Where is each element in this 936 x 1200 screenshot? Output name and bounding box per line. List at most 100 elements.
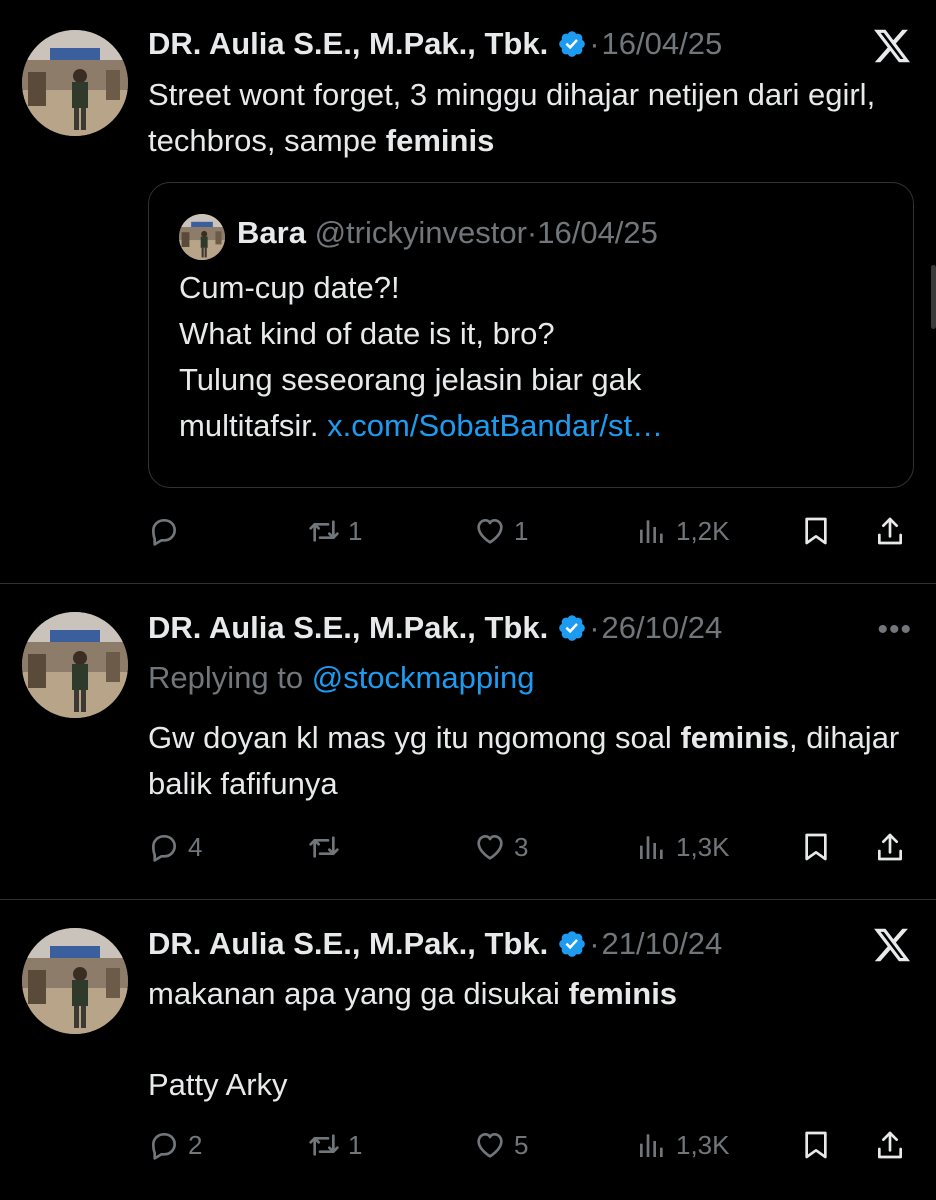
quote-link[interactable]: x.com/SobatBandar/st…: [327, 408, 663, 443]
replying-handle[interactable]: @stockmapping: [312, 660, 535, 695]
quote-separator: ·: [526, 215, 538, 250]
tweet-3[interactable]: DR. Aulia S.E., M.Pak., Tbk. · 21/10/24 …: [0, 899, 936, 1200]
share-icon: [874, 1129, 906, 1161]
repost-count: 1: [348, 1129, 363, 1160]
author-name[interactable]: DR. Aulia S.E., M.Pak., Tbk.: [148, 610, 548, 646]
reply-count: 4: [188, 831, 203, 862]
quote-line: Cum-cup date?!: [179, 270, 400, 305]
view-count: 1,3K: [676, 1129, 730, 1160]
repost-count: 1: [348, 515, 363, 546]
author-name[interactable]: DR. Aulia S.E., M.Pak., Tbk.: [148, 926, 548, 962]
tweet-text: Street wont forget, 3 minggu dihajar net…: [148, 72, 916, 164]
replying-to: Replying to @stockmapping: [148, 655, 916, 701]
quote-author-name[interactable]: Bara: [237, 215, 306, 250]
tweet-header: DR. Aulia S.E., M.Pak., Tbk. · 21/10/24: [148, 922, 916, 966]
tweet-date[interactable]: 21/10/24: [602, 926, 723, 962]
like-button[interactable]: 3: [474, 827, 528, 867]
verified-badge-icon: [557, 613, 587, 643]
tweet-text-bold: feminis: [680, 720, 789, 755]
like-count: 3: [514, 831, 529, 862]
tweet-1[interactable]: DR. Aulia S.E., M.Pak., Tbk. · 16/04/25 …: [0, 0, 936, 583]
replying-prefix: Replying to: [148, 660, 312, 695]
bookmark-button[interactable]: [800, 511, 832, 551]
avatar[interactable]: [22, 928, 128, 1034]
reply-icon: [148, 831, 180, 863]
reply-icon: [148, 1129, 180, 1161]
x-logo-icon: [872, 925, 912, 965]
quoted-tweet[interactable]: Bara @trickyinvestor·16/04/25 Cum-cup da…: [148, 182, 914, 488]
tweet-text: makanan apa yang ga disukai feminis: [148, 971, 916, 1017]
meta-separator: ·: [589, 926, 600, 961]
repost-icon: [308, 515, 340, 547]
action-bar: 2 1 5 1,3K: [148, 1125, 914, 1165]
share-button[interactable]: [874, 511, 906, 551]
reply-icon: [148, 515, 180, 547]
action-bar: 1 1 1,2K: [148, 511, 914, 551]
like-count: 1: [514, 515, 529, 546]
tweet-header: DR. Aulia S.E., M.Pak., Tbk. · 26/10/24: [148, 606, 916, 650]
repost-button[interactable]: [308, 827, 348, 867]
tweet-text-bold: feminis: [568, 976, 678, 1011]
bookmark-icon: [800, 831, 832, 863]
repost-icon: [308, 831, 340, 863]
quote-date[interactable]: 16/04/25: [537, 215, 658, 250]
reply-count: 2: [188, 1129, 203, 1160]
repost-icon: [308, 1129, 340, 1161]
x-logo-icon: [872, 26, 912, 66]
quote-line: multitafsir. x.com/SobatBandar/st…: [179, 403, 893, 449]
views-icon: [636, 831, 668, 863]
like-button[interactable]: 1: [474, 511, 528, 551]
views-button[interactable]: 1,3K: [636, 827, 730, 867]
tweet-2[interactable]: DR. Aulia S.E., M.Pak., Tbk. · 26/10/24 …: [0, 583, 936, 899]
heart-icon: [474, 515, 506, 547]
like-button[interactable]: 5: [474, 1125, 528, 1165]
views-button[interactable]: 1,3K: [636, 1125, 730, 1165]
tweet-text-second: Patty Arky: [148, 1067, 288, 1102]
bookmark-icon: [800, 1129, 832, 1161]
share-button[interactable]: [874, 827, 906, 867]
quote-line-text: multitafsir.: [179, 408, 328, 443]
avatar[interactable]: [22, 612, 128, 718]
meta-separator: ·: [589, 26, 600, 61]
reply-button[interactable]: 4: [148, 827, 202, 867]
like-count: 5: [514, 1129, 529, 1160]
heart-icon: [474, 1129, 506, 1161]
quote-line: What kind of date is it, bro?: [179, 316, 555, 351]
author-name[interactable]: DR. Aulia S.E., M.Pak., Tbk.: [148, 26, 548, 62]
quote-handle[interactable]: @trickyinvestor: [315, 215, 527, 250]
reply-button[interactable]: 2: [148, 1125, 202, 1165]
action-bar: 4 3 1,3K: [148, 827, 914, 867]
tweet-date[interactable]: 16/04/25: [602, 26, 723, 62]
repost-button[interactable]: 1: [308, 511, 362, 551]
tweet-text-main: Street wont forget, 3 minggu dihajar net…: [148, 77, 876, 158]
scrollbar[interactable]: [931, 265, 936, 329]
tweet-text-main: Gw doyan kl mas yg itu ngomong soal: [148, 720, 681, 755]
heart-icon: [474, 831, 506, 863]
bookmark-icon: [800, 515, 832, 547]
views-icon: [636, 1129, 668, 1161]
quote-header: Bara @trickyinvestor·16/04/25: [237, 215, 658, 251]
tweet-date[interactable]: 26/10/24: [602, 610, 723, 646]
avatar[interactable]: [22, 30, 128, 136]
view-count: 1,2K: [676, 515, 730, 546]
verified-badge-icon: [557, 929, 587, 959]
reply-button[interactable]: [148, 511, 188, 551]
tweet-text-bold: feminis: [385, 123, 495, 158]
quote-avatar[interactable]: [179, 214, 225, 260]
share-icon: [874, 831, 906, 863]
bookmark-button[interactable]: [800, 827, 832, 867]
views-icon: [636, 515, 668, 547]
verified-badge-icon: [557, 29, 587, 59]
quote-line: Tulung seseorang jelasin biar gak: [179, 362, 642, 397]
view-count: 1,3K: [676, 831, 730, 862]
share-button[interactable]: [874, 1125, 906, 1165]
tweet-text: Gw doyan kl mas yg itu ngomong soal femi…: [148, 715, 916, 807]
share-icon: [874, 515, 906, 547]
tweet-header: DR. Aulia S.E., M.Pak., Tbk. · 16/04/25: [148, 22, 916, 66]
repost-button[interactable]: 1: [308, 1125, 362, 1165]
bookmark-button[interactable]: [800, 1125, 832, 1165]
quote-text: Cum-cup date?! What kind of date is it, …: [179, 265, 893, 449]
more-options-icon[interactable]: •••: [877, 613, 912, 647]
views-button[interactable]: 1,2K: [636, 511, 730, 551]
tweet-text-main: makanan apa yang ga disukai: [148, 976, 569, 1011]
